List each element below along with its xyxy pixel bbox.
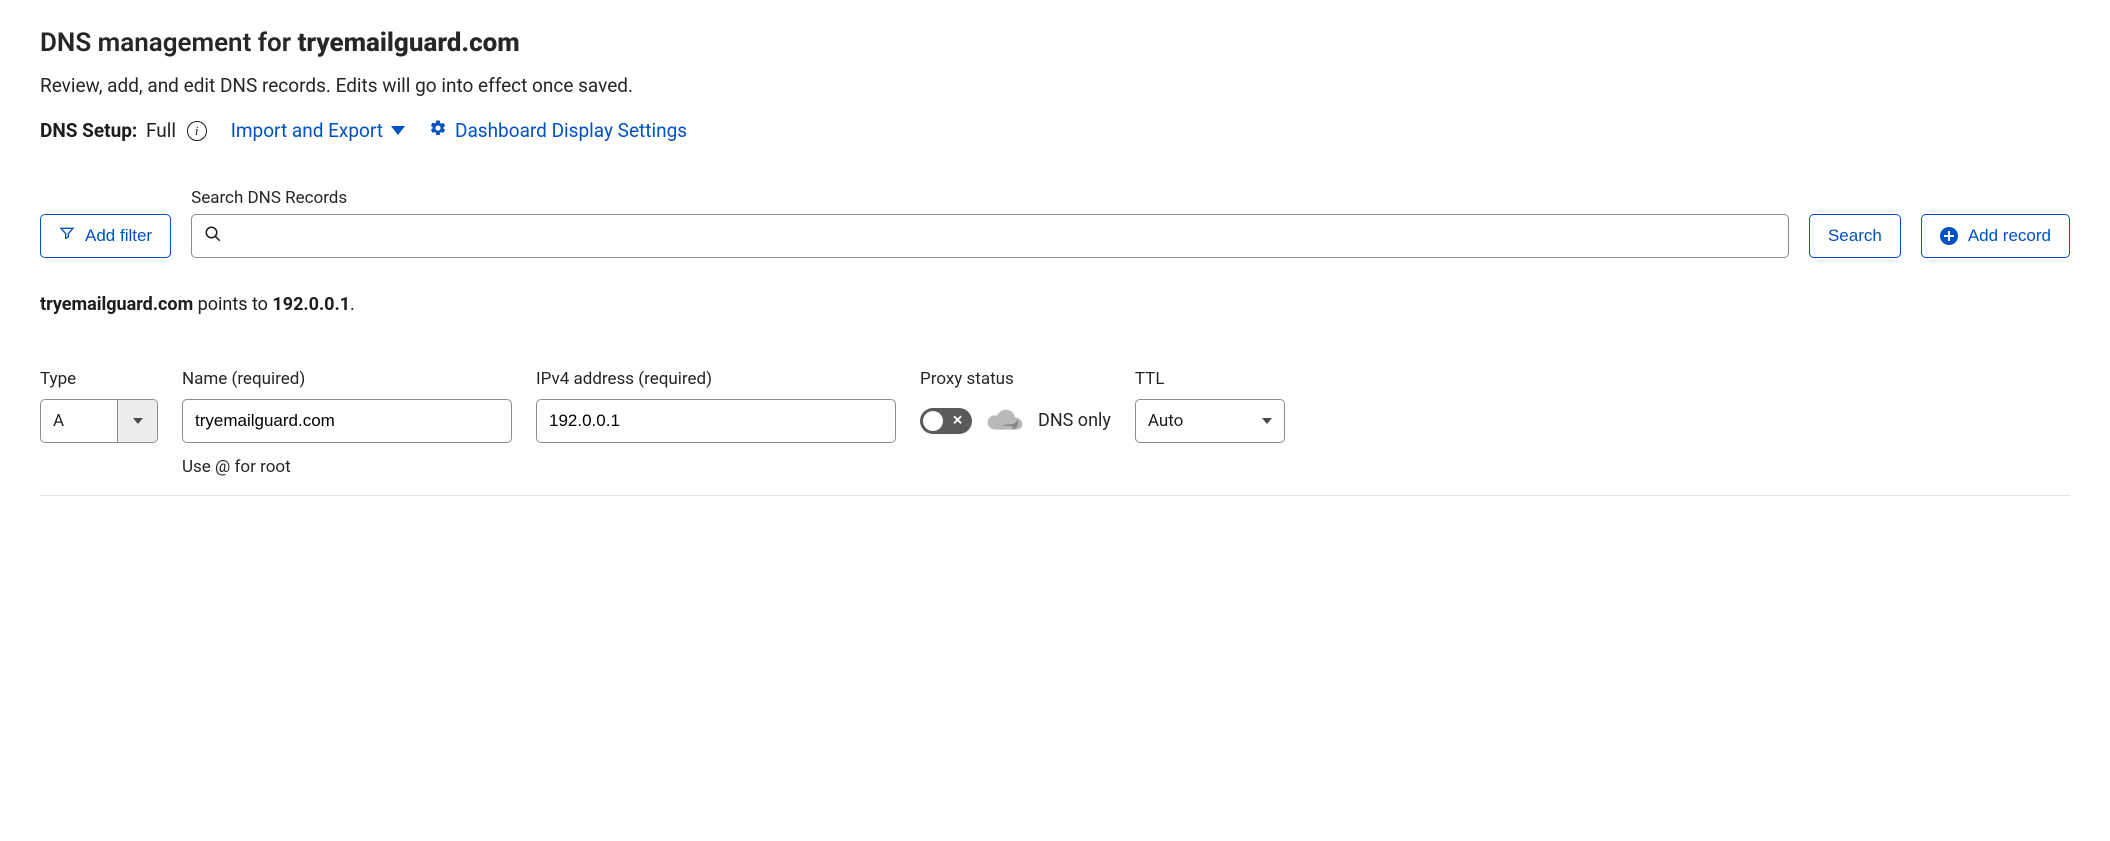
points-to-middle: points to: [193, 294, 272, 315]
type-select-handle[interactable]: [117, 400, 157, 442]
dns-setup: DNS Setup: Full i: [40, 119, 207, 142]
search-input-container[interactable]: [191, 214, 1789, 258]
points-to-domain: tryemailguard.com: [40, 294, 193, 315]
type-field: Type A: [40, 345, 158, 443]
record-editor: Type A Name (required) Use @ for root IP…: [40, 345, 2070, 496]
funnel-icon: [59, 225, 75, 246]
chevron-down-icon: [391, 126, 405, 135]
dns-setup-value: Full: [146, 119, 176, 142]
type-label: Type: [40, 345, 158, 391]
ttl-value: Auto: [1148, 411, 1183, 431]
ip-input[interactable]: [549, 411, 883, 431]
chevron-down-icon: [133, 418, 143, 424]
page-title-domain: tryemailguard.com: [298, 28, 520, 58]
ttl-label: TTL: [1135, 345, 1285, 391]
ip-label: IPv4 address (required): [536, 345, 896, 391]
chevron-down-icon: [1262, 418, 1272, 424]
name-label: Name (required): [182, 345, 512, 391]
points-to-summary: tryemailguard.com points to 192.0.0.1.: [40, 294, 2070, 315]
ttl-field: TTL Auto: [1135, 345, 1285, 443]
add-record-label: Add record: [1968, 226, 2051, 246]
ip-input-wrap[interactable]: [536, 399, 896, 443]
search-icon: [204, 225, 222, 247]
search-button-label: Search: [1828, 226, 1882, 246]
toggle-knob: [923, 411, 943, 431]
info-icon[interactable]: i: [187, 121, 207, 141]
display-settings-label: Dashboard Display Settings: [455, 119, 687, 142]
add-filter-button[interactable]: Add filter: [40, 214, 171, 258]
display-settings-link[interactable]: Dashboard Display Settings: [429, 119, 687, 142]
type-select[interactable]: A: [40, 399, 158, 443]
proxy-toggle[interactable]: ✕: [920, 408, 972, 434]
name-input[interactable]: [195, 411, 499, 431]
ttl-select[interactable]: Auto: [1135, 399, 1285, 443]
import-export-label: Import and Export: [231, 119, 383, 142]
page-title-prefix: DNS management for: [40, 28, 298, 58]
cloud-icon: [986, 409, 1024, 431]
gear-icon: [429, 119, 447, 142]
add-record-button[interactable]: Add record: [1921, 214, 2070, 258]
close-icon: ✕: [952, 413, 963, 428]
name-input-wrap[interactable]: [182, 399, 512, 443]
ip-field: IPv4 address (required): [536, 345, 896, 443]
name-field: Name (required) Use @ for root: [182, 345, 512, 477]
points-to-suffix: .: [350, 294, 355, 315]
name-hint: Use @ for root: [182, 457, 512, 477]
search-button[interactable]: Search: [1809, 214, 1901, 258]
proxy-field: Proxy status ✕ DNS only: [920, 345, 1111, 443]
add-filter-label: Add filter: [85, 226, 152, 246]
import-export-link[interactable]: Import and Export: [231, 119, 405, 142]
page-subtitle: Review, add, and edit DNS records. Edits…: [40, 72, 640, 101]
plus-icon: [1940, 227, 1958, 245]
page-title: DNS management for tryemailguard.com: [40, 28, 2070, 58]
search-label: Search DNS Records: [191, 188, 1789, 208]
proxy-label: Proxy status: [920, 345, 1111, 391]
type-value: A: [41, 400, 117, 442]
dns-setup-label: DNS Setup:: [40, 119, 137, 142]
proxy-status-text: DNS only: [1038, 410, 1111, 431]
points-to-ip: 192.0.0.1: [272, 294, 350, 315]
search-input[interactable]: [232, 215, 1776, 257]
